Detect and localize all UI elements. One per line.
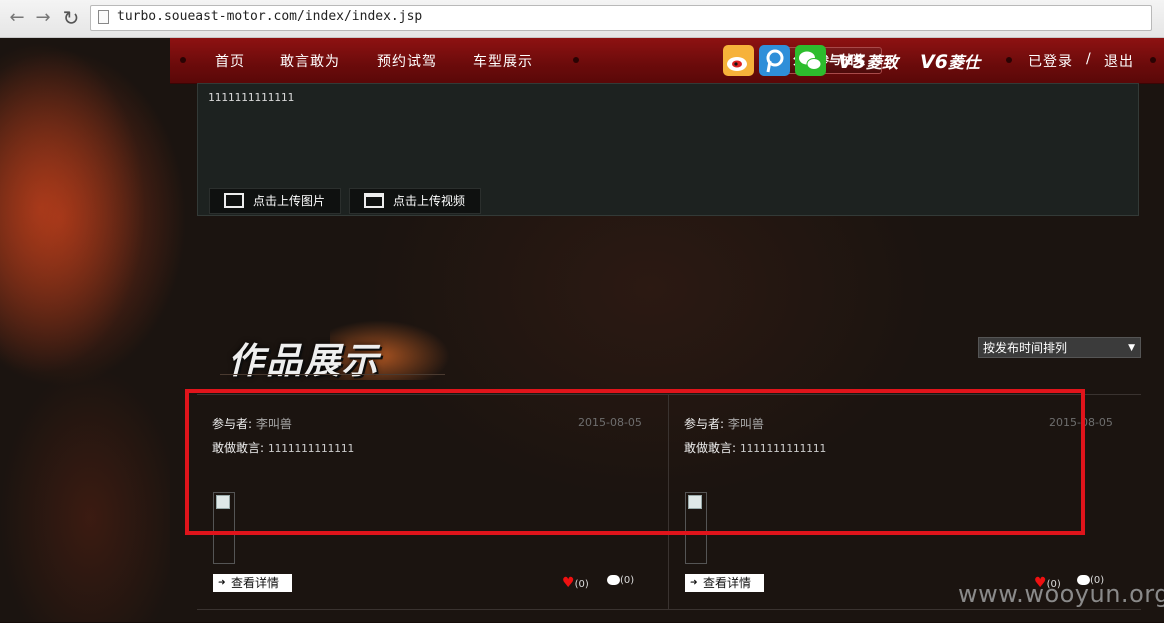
nav-dare[interactable]: 敢言敢为 — [280, 51, 340, 71]
v5-brand-logo[interactable]: V5菱致 — [838, 49, 898, 73]
statement-text: 1111111111111 — [267, 442, 354, 455]
arrow-right-icon: ➜ — [218, 578, 226, 588]
nav-models[interactable]: 车型展示 — [473, 51, 533, 71]
section-title: 作品展示 — [228, 341, 381, 382]
work-card: 参与者: 李叫兽 2015-08-05 敢做敢言: 1111111111111 … — [197, 395, 668, 610]
watermark: www.wooyun.org — [958, 580, 1164, 608]
title-underline — [220, 374, 445, 375]
page-icon — [98, 10, 109, 24]
nav-divider — [1150, 57, 1156, 63]
comment-count[interactable]: (0) — [607, 575, 634, 586]
broken-image-icon — [216, 495, 230, 509]
statement-label: 敢做敢言: — [212, 441, 265, 455]
forward-icon[interactable]: → — [32, 7, 54, 29]
participant-name: 李叫兽 — [255, 417, 292, 431]
grid-bottom-border — [197, 609, 1141, 610]
view-detail-button[interactable]: ➜ 查看详情 — [685, 574, 764, 592]
dropdown-arrow-icon: ▼ — [1128, 343, 1135, 353]
participant-label: 参与者: — [684, 417, 725, 431]
logout-link[interactable]: 退出 — [1104, 51, 1134, 71]
sort-dropdown[interactable]: 按发布时间排列 ▼ — [978, 337, 1141, 358]
address-bar[interactable]: turbo.soueast-motor.com/index/index.jsp — [90, 5, 1152, 31]
like-count[interactable]: ♥(0) — [562, 575, 589, 591]
reload-icon[interactable]: ↻ — [60, 7, 82, 29]
clapperboard-icon — [364, 193, 384, 208]
nav-divider — [1006, 57, 1012, 63]
image-icon — [224, 193, 244, 208]
url-text: turbo.soueast-motor.com/index/index.jsp — [117, 9, 423, 24]
comment-icon — [607, 575, 620, 585]
statement-label: 敢做敢言: — [684, 441, 737, 455]
work-date: 2015-08-05 — [1049, 416, 1113, 429]
login-status[interactable]: 已登录 — [1028, 51, 1073, 71]
work-date: 2015-08-05 — [578, 416, 642, 429]
work-card: 参与者: 李叫兽 2015-08-05 敢做敢言: 1111111111111 … — [668, 395, 1140, 610]
heart-icon: ♥ — [562, 575, 575, 591]
back-icon[interactable]: ← — [6, 7, 28, 29]
nav-divider — [573, 57, 579, 63]
entry-textarea[interactable]: 1111111111111 点击上传图片 点击上传视频 — [197, 83, 1139, 216]
participant-name: 李叫兽 — [727, 417, 764, 431]
entry-text: 1111111111111 — [208, 91, 295, 104]
upload-image-button[interactable]: 点击上传图片 — [209, 188, 341, 214]
top-navigation: 首页 敢言敢为 预约试驾 车型展示 分享参与抽奖 V5菱致 V6菱仕 已登录 /… — [170, 38, 1164, 84]
background-decoration — [0, 38, 170, 622]
upload-video-button[interactable]: 点击上传视频 — [349, 188, 481, 214]
participant-label: 参与者: — [212, 417, 253, 431]
v6-brand-logo[interactable]: V6菱仕 — [920, 49, 980, 73]
nav-divider — [180, 57, 186, 63]
wechat-icon[interactable] — [795, 45, 826, 76]
statement-text: 1111111111111 — [739, 442, 826, 455]
nav-test-drive[interactable]: 预约试驾 — [377, 51, 437, 71]
tencent-weibo-icon[interactable] — [759, 45, 790, 76]
arrow-right-icon: ➜ — [690, 578, 698, 588]
browser-toolbar: ← → ↻ turbo.soueast-motor.com/index/inde… — [0, 0, 1164, 38]
work-thumbnail[interactable] — [685, 492, 707, 564]
view-detail-button[interactable]: ➜ 查看详情 — [213, 574, 292, 592]
broken-image-icon — [688, 495, 702, 509]
work-thumbnail[interactable] — [213, 492, 235, 564]
nav-home[interactable]: 首页 — [215, 51, 245, 71]
weibo-icon[interactable] — [723, 45, 754, 76]
nav-separator: / — [1086, 51, 1092, 67]
